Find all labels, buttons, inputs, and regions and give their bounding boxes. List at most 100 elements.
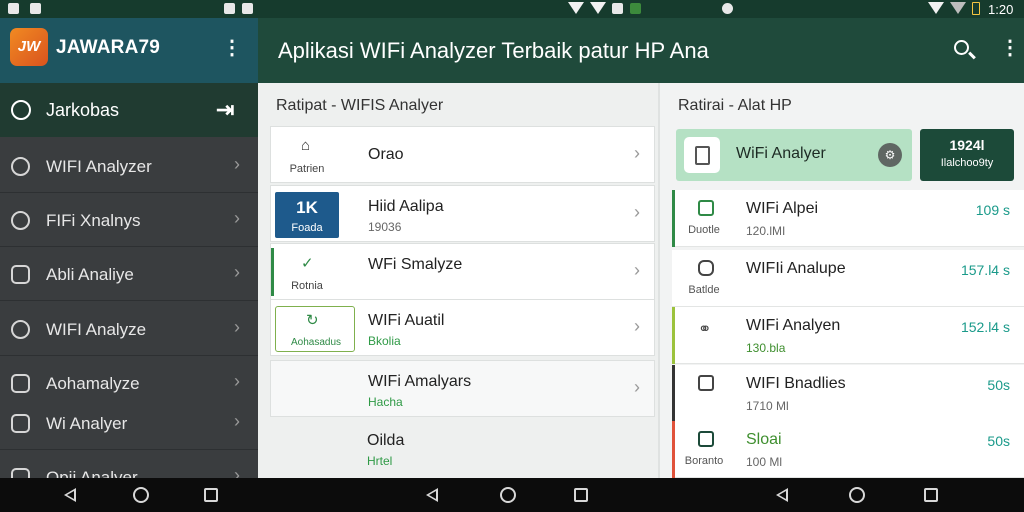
top-app-bar: Aplikasi WIFi Analyzer Terbaik patur HP … (258, 18, 1024, 83)
stat-card[interactable]: 1924l Ilalchoo9ty (920, 129, 1014, 181)
list-item[interactable]: ⌂ Patrien Orao › (270, 126, 655, 183)
item-thumbnail: ⌂ Patrien (275, 133, 339, 179)
device-icon (698, 375, 714, 391)
item-name: WIFi Alpei (746, 200, 819, 217)
sidebar-item-abli-analiye[interactable]: Abli Analiye › (0, 247, 258, 301)
list-item[interactable]: WIFI Bnadlies 1710 Ml 50s (672, 365, 1024, 422)
location-icon (722, 3, 733, 14)
item-caption: Batlde (688, 284, 720, 296)
chevron-right-icon: › (634, 143, 640, 163)
phone-icon (684, 137, 720, 173)
sidebar-item-wifi-analyze[interactable]: WIFI Analyze › (0, 302, 258, 356)
sidebar-item-wifi-analyzer[interactable]: WIFI Analyzer › (0, 139, 258, 193)
back-icon[interactable] (776, 488, 788, 502)
clipboard-icon (11, 265, 30, 284)
item-name: Oilda (367, 432, 405, 449)
more-vert-icon[interactable]: ⋮ (222, 38, 242, 58)
list-item[interactable]: ↻ Aohasadus WIFi Auatil Bkolia › (270, 299, 655, 356)
chevron-right-icon: › (234, 317, 240, 337)
item-sub: 1710 Ml (746, 399, 789, 413)
back-icon[interactable] (426, 488, 438, 502)
wifi-signal-icon (590, 2, 606, 14)
recents-icon[interactable] (574, 488, 588, 502)
list-item[interactable]: Duotle WIFi Alpei 120.lMI 109 s (672, 190, 1024, 247)
list-item[interactable]: ⚭ WIFi Analyen 130.bla 152.l4 s (672, 307, 1024, 364)
gallery-icon (30, 3, 41, 14)
chevron-right-icon: › (634, 202, 640, 222)
featured-name: WiFi Analyer (736, 145, 826, 162)
storage-icon (242, 3, 253, 14)
screen: 1:20 JW JAWARA79 ⋮ Jarkobas ⇥ WIFI Analy… (0, 0, 1024, 512)
panel-title: Ratipat - WIFIS Analyer (276, 97, 444, 114)
cell-signal-icon (950, 2, 966, 14)
more-vert-icon[interactable]: ⋮ (1000, 38, 1020, 58)
featured-app-card[interactable]: WiFi Analyer ⚙ (676, 129, 912, 181)
panel-title: Ratirai - Alat HP (678, 97, 792, 114)
chevron-right-icon: › (234, 208, 240, 228)
home-icon[interactable] (500, 487, 516, 503)
thumb-caption: Patrien (289, 163, 325, 175)
navigation-drawer: JW JAWARA79 ⋮ Jarkobas ⇥ WIFI Analyzer ›… (0, 18, 258, 478)
right-panel: Ratirai - Alat HP WiFi Analyer ⚙ 1924l I… (658, 83, 1024, 478)
thumb-caption: Aohasadus (290, 337, 342, 348)
item-sub: Bkolia (368, 334, 401, 348)
item-sub: 19036 (368, 220, 402, 234)
item-value: 109 s (975, 202, 1010, 218)
recents-icon[interactable] (924, 488, 938, 502)
left-panel: Ratipat - WIFIS Analyer ⌂ Patrien Orao ›… (258, 83, 658, 478)
chevron-right-icon: › (634, 260, 640, 280)
page-title: Aplikasi WIFi Analyzer Terbaik patur HP … (278, 38, 709, 63)
settings-icon[interactable]: ⚙ (878, 143, 902, 167)
refresh-icon: ↻ (306, 312, 319, 329)
home-icon[interactable] (133, 487, 149, 503)
thumb-caption: Foada (291, 222, 323, 234)
item-value: 50s (987, 377, 1010, 393)
list-item[interactable]: 1K Foada Hiid Aalipa 19036 › (270, 185, 655, 242)
item-name: Hiid Aalipa (368, 198, 444, 215)
recents-icon[interactable] (204, 488, 218, 502)
chevron-right-icon: › (634, 316, 640, 336)
wifi-signal-icon (928, 2, 944, 14)
sidebar-item-label: FIFi Xnalnys (46, 211, 141, 230)
chevron-right-icon: › (234, 154, 240, 174)
item-sub: Hrtel (367, 454, 393, 468)
chevron-right-icon: › (634, 377, 640, 397)
thumb-caption: Rotnia (291, 280, 323, 292)
sidebar-item-active[interactable]: Jarkobas ⇥ (0, 83, 258, 137)
accent-bar (672, 365, 675, 422)
item-name: WIFi Auatil (368, 312, 445, 329)
sidebar-item-label: WIFI Analyze (46, 320, 147, 339)
item-caption: Duotle (688, 224, 720, 236)
list-item[interactable]: WIFi Amalyars Hacha › (270, 360, 655, 417)
sidebar-item-fifi-xnalnys[interactable]: FIFi Xnalnys › (0, 193, 258, 247)
sidebar-item-label: Opii Analyer (46, 468, 138, 478)
battery-icon (972, 2, 980, 15)
collapse-arrow-icon[interactable]: ⇥ (216, 97, 234, 123)
list-item[interactable]: ✓ Rotnia WFi Smalyze › (270, 243, 655, 300)
sidebar-item-label: Wi Analyer (46, 414, 128, 433)
list-item[interactable]: Batlde WIFIi Analupe 157.l4 s (672, 250, 1024, 307)
stat-label: Ilalchoo9ty (940, 157, 994, 169)
search-icon[interactable] (954, 40, 969, 55)
sidebar-item-aohamalyze[interactable]: Aohamalyze › (0, 356, 258, 396)
sidebar-item-opii-analyer[interactable]: Opii Analyer › (0, 450, 258, 478)
link-icon: ⚭ (698, 321, 712, 338)
home-icon[interactable] (849, 487, 865, 503)
sidebar-item-wi-analyer[interactable]: Wi Analyer › (0, 396, 258, 450)
list-item[interactable]: Boranto Sloai 100 Ml 50s (672, 421, 1024, 478)
list-item[interactable]: Oilda Hrtel (270, 420, 655, 477)
notification-icon (8, 3, 19, 14)
chevron-right-icon: › (234, 411, 240, 431)
home-icon: ⌂ (301, 137, 311, 154)
item-name: WIFi Analyen (746, 317, 841, 334)
back-icon[interactable] (64, 488, 76, 502)
sidebar-item-label: Aohamalyze (46, 374, 140, 393)
sidebar-item-label: WIFI Analyzer (46, 157, 152, 176)
battery-saver-icon (612, 3, 623, 14)
item-thumbnail: ↻ Aohasadus (275, 306, 355, 352)
wifi-signal-icon (568, 2, 584, 14)
chat-icon (11, 100, 31, 120)
item-caption: Boranto (684, 455, 724, 467)
status-bar: 1:20 (0, 0, 1024, 18)
accent-bar (271, 248, 274, 296)
